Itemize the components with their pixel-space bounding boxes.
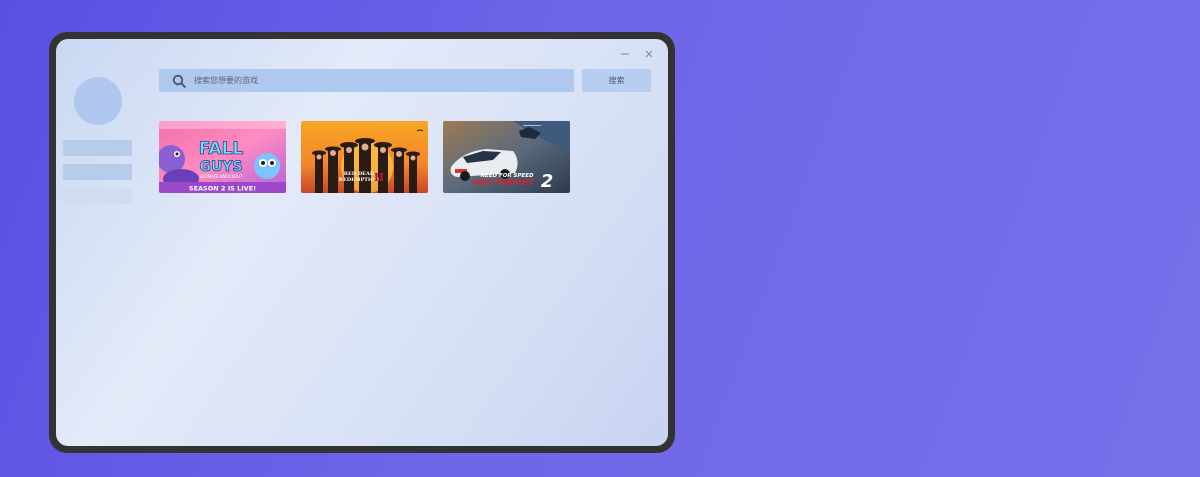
game-banner: SEASON 2 IS LIVE!	[189, 185, 256, 193]
game-title-line1: FALL	[199, 139, 244, 159]
game-grid: FALL GUYS ULTIMATE KNOCKOUT SEASON 2 IS …	[159, 121, 570, 193]
minimize-icon[interactable]	[620, 49, 630, 59]
search-button[interactable]: 搜索	[582, 69, 651, 92]
window-controls	[620, 49, 654, 59]
game-card-red-dead-redemption[interactable]: RED DEAD REDEMPTION II	[301, 121, 428, 193]
device-frame: 搜索您想要的游戏 搜索 FALL GUYS ULTIMATE KNOCKOUT …	[49, 32, 675, 453]
sidebar-item-3[interactable]	[63, 188, 132, 204]
fall-guys-cover: FALL GUYS ULTIMATE KNOCKOUT SEASON 2 IS …	[159, 121, 286, 193]
red-dead-redemption-cover: RED DEAD REDEMPTION II	[301, 121, 428, 193]
game-numeral: 2	[541, 171, 554, 192]
game-title-line2: HOT PURSUIT	[473, 178, 534, 187]
sidebar-item-2[interactable]	[63, 164, 132, 180]
game-card-fall-guys[interactable]: FALL GUYS ULTIMATE KNOCKOUT SEASON 2 IS …	[159, 121, 286, 193]
search-bar	[159, 69, 574, 92]
game-title-line2: GUYS	[199, 159, 242, 175]
search-icon[interactable]	[172, 74, 186, 88]
game-subtitle: ULTIMATE KNOCKOUT	[200, 174, 243, 179]
avatar[interactable]	[74, 77, 122, 125]
sidebar	[63, 77, 133, 204]
search-input[interactable]	[194, 76, 574, 85]
game-card-need-for-speed[interactable]: NEED FOR SPEED HOT PURSUIT 2	[443, 121, 570, 193]
need-for-speed-cover: NEED FOR SPEED HOT PURSUIT 2	[443, 121, 570, 193]
sidebar-item-1[interactable]	[63, 140, 132, 156]
game-numeral: II	[374, 171, 384, 184]
close-icon[interactable]	[644, 49, 654, 59]
app-window: 搜索您想要的游戏 搜索 FALL GUYS ULTIMATE KNOCKOUT …	[56, 39, 668, 446]
